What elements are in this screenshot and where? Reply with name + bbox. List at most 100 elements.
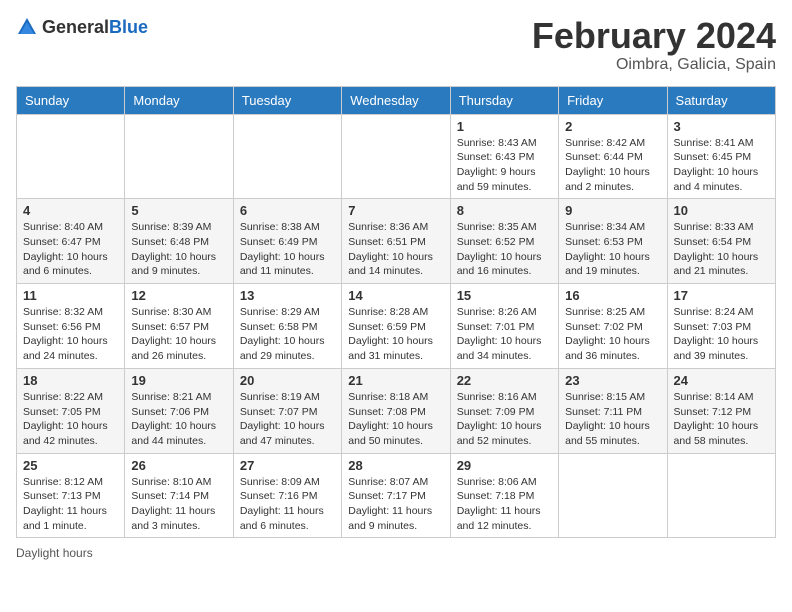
calendar-cell: 15Sunrise: 8:26 AM Sunset: 7:01 PM Dayli… [450, 284, 558, 369]
day-number: 22 [457, 373, 552, 388]
calendar-cell: 19 Sunrise: 8:21 AM Sunset: 7:06 PM Dayli… [125, 368, 233, 453]
col-header-monday: Monday [125, 86, 233, 114]
footer-note: Daylight hours [16, 546, 776, 560]
day-number: 18 [23, 373, 118, 388]
calendar-cell: 25 Sunrise: 8:12 AM Sunset: 7:13 PM Dayli… [17, 453, 125, 538]
day-number: 26 [131, 458, 226, 473]
logo-text: GeneralBlue [42, 17, 148, 38]
col-header-saturday: Saturday [667, 86, 775, 114]
calendar-cell: 12 Sunrise: 8:30 AM Sunset: 6:57 PM Dayli… [125, 284, 233, 369]
calendar-cell: 13 Sunrise: 8:29 AM Sunset: 6:58 PM Dayli… [233, 284, 341, 369]
day-number: 24 [674, 373, 769, 388]
calendar-week-row: 25 Sunrise: 8:12 AM Sunset: 7:13 PM Dayli… [17, 453, 776, 538]
col-header-thursday: Thursday [450, 86, 558, 114]
day-info: Sunrise: 8:29 AM Sunset: 6:58 PM Dayligh… [240, 305, 335, 364]
day-number: 23 [565, 373, 660, 388]
day-info: Sunrise: 8:36 AM Sunset: 6:51 PM Dayligh… [348, 220, 443, 279]
calendar-cell: 20 Sunrise: 8:19 AM Sunset: 7:07 PM Dayli… [233, 368, 341, 453]
day-number: 15 [457, 288, 552, 303]
day-number: 13 [240, 288, 335, 303]
day-number: 7 [348, 203, 443, 218]
calendar-cell [667, 453, 775, 538]
calendar-cell [125, 114, 233, 199]
calendar-cell: 4 Sunrise: 8:40 AM Sunset: 6:47 PM Daylig… [17, 199, 125, 284]
calendar-cell: 23Sunrise: 8:15 AM Sunset: 7:11 PM Dayli… [559, 368, 667, 453]
day-number: 28 [348, 458, 443, 473]
calendar-table: SundayMondayTuesdayWednesdayThursdayFrid… [16, 86, 776, 539]
calendar-week-row: 4 Sunrise: 8:40 AM Sunset: 6:47 PM Daylig… [17, 199, 776, 284]
logo-blue: Blue [109, 17, 148, 37]
calendar-cell: 18 Sunrise: 8:22 AM Sunset: 7:05 PM Dayli… [17, 368, 125, 453]
day-info: Sunrise: 8:21 AM Sunset: 7:06 PM Dayligh… [131, 390, 226, 449]
day-number: 12 [131, 288, 226, 303]
day-number: 19 [131, 373, 226, 388]
day-number: 21 [348, 373, 443, 388]
calendar-week-row: 11 Sunrise: 8:32 AM Sunset: 6:56 PM Dayli… [17, 284, 776, 369]
col-header-tuesday: Tuesday [233, 86, 341, 114]
col-header-sunday: Sunday [17, 86, 125, 114]
day-number: 25 [23, 458, 118, 473]
header: GeneralBlue February 2024 Oimbra, Galici… [16, 16, 776, 74]
calendar-cell [233, 114, 341, 199]
day-number: 17 [674, 288, 769, 303]
day-number: 6 [240, 203, 335, 218]
calendar-cell: 10Sunrise: 8:33 AM Sunset: 6:54 PM Dayli… [667, 199, 775, 284]
day-number: 3 [674, 119, 769, 134]
col-header-wednesday: Wednesday [342, 86, 450, 114]
day-info: Sunrise: 8:33 AM Sunset: 6:54 PM Dayligh… [674, 220, 769, 279]
day-number: 9 [565, 203, 660, 218]
calendar-cell: 1Sunrise: 8:43 AM Sunset: 6:43 PM Daylig… [450, 114, 558, 199]
day-number: 14 [348, 288, 443, 303]
calendar-cell: 14 Sunrise: 8:28 AM Sunset: 6:59 PM Dayli… [342, 284, 450, 369]
day-info: Sunrise: 8:10 AM Sunset: 7:14 PM Dayligh… [131, 475, 226, 534]
calendar-header-row: SundayMondayTuesdayWednesdayThursdayFrid… [17, 86, 776, 114]
day-info: Sunrise: 8:34 AM Sunset: 6:53 PM Dayligh… [565, 220, 660, 279]
day-number: 8 [457, 203, 552, 218]
calendar-cell: 11 Sunrise: 8:32 AM Sunset: 6:56 PM Dayli… [17, 284, 125, 369]
day-info: Sunrise: 8:16 AM Sunset: 7:09 PM Dayligh… [457, 390, 552, 449]
day-info: Sunrise: 8:24 AM Sunset: 7:03 PM Dayligh… [674, 305, 769, 364]
calendar-week-row: 18 Sunrise: 8:22 AM Sunset: 7:05 PM Dayli… [17, 368, 776, 453]
day-number: 1 [457, 119, 552, 134]
calendar-cell [17, 114, 125, 199]
logo: GeneralBlue [16, 16, 148, 38]
day-info: Sunrise: 8:41 AM Sunset: 6:45 PM Dayligh… [674, 136, 769, 195]
day-info: Sunrise: 8:35 AM Sunset: 6:52 PM Dayligh… [457, 220, 552, 279]
day-number: 5 [131, 203, 226, 218]
day-info: Sunrise: 8:06 AM Sunset: 7:18 PM Dayligh… [457, 475, 552, 534]
daylight-label: Daylight hours [16, 546, 93, 560]
calendar-title: February 2024 [532, 16, 776, 56]
day-number: 4 [23, 203, 118, 218]
logo-icon [16, 16, 38, 38]
day-info: Sunrise: 8:09 AM Sunset: 7:16 PM Dayligh… [240, 475, 335, 534]
day-info: Sunrise: 8:42 AM Sunset: 6:44 PM Dayligh… [565, 136, 660, 195]
day-info: Sunrise: 8:40 AM Sunset: 6:47 PM Dayligh… [23, 220, 118, 279]
day-info: Sunrise: 8:39 AM Sunset: 6:48 PM Dayligh… [131, 220, 226, 279]
day-info: Sunrise: 8:14 AM Sunset: 7:12 PM Dayligh… [674, 390, 769, 449]
day-number: 20 [240, 373, 335, 388]
day-number: 11 [23, 288, 118, 303]
calendar-cell: 2Sunrise: 8:42 AM Sunset: 6:44 PM Daylig… [559, 114, 667, 199]
calendar-cell [559, 453, 667, 538]
calendar-cell: 17 Sunrise: 8:24 AM Sunset: 7:03 PM Dayli… [667, 284, 775, 369]
calendar-cell [342, 114, 450, 199]
day-info: Sunrise: 8:30 AM Sunset: 6:57 PM Dayligh… [131, 305, 226, 364]
calendar-week-row: 1Sunrise: 8:43 AM Sunset: 6:43 PM Daylig… [17, 114, 776, 199]
calendar-cell: 6 Sunrise: 8:38 AM Sunset: 6:49 PM Daylig… [233, 199, 341, 284]
day-info: Sunrise: 8:28 AM Sunset: 6:59 PM Dayligh… [348, 305, 443, 364]
day-info: Sunrise: 8:12 AM Sunset: 7:13 PM Dayligh… [23, 475, 118, 534]
calendar-cell: 7 Sunrise: 8:36 AM Sunset: 6:51 PM Daylig… [342, 199, 450, 284]
calendar-cell: 22 Sunrise: 8:16 AM Sunset: 7:09 PM Dayli… [450, 368, 558, 453]
calendar-cell: 5 Sunrise: 8:39 AM Sunset: 6:48 PM Daylig… [125, 199, 233, 284]
day-info: Sunrise: 8:38 AM Sunset: 6:49 PM Dayligh… [240, 220, 335, 279]
calendar-location: Oimbra, Galicia, Spain [532, 56, 776, 74]
calendar-cell: 26 Sunrise: 8:10 AM Sunset: 7:14 PM Dayli… [125, 453, 233, 538]
day-info: Sunrise: 8:19 AM Sunset: 7:07 PM Dayligh… [240, 390, 335, 449]
calendar-cell: 8 Sunrise: 8:35 AM Sunset: 6:52 PM Daylig… [450, 199, 558, 284]
day-info: Sunrise: 8:22 AM Sunset: 7:05 PM Dayligh… [23, 390, 118, 449]
calendar-cell: 3 Sunrise: 8:41 AM Sunset: 6:45 PM Daylig… [667, 114, 775, 199]
day-info: Sunrise: 8:18 AM Sunset: 7:08 PM Dayligh… [348, 390, 443, 449]
title-area: February 2024 Oimbra, Galicia, Spain [532, 16, 776, 74]
day-info: Sunrise: 8:25 AM Sunset: 7:02 PM Dayligh… [565, 305, 660, 364]
day-info: Sunrise: 8:32 AM Sunset: 6:56 PM Dayligh… [23, 305, 118, 364]
